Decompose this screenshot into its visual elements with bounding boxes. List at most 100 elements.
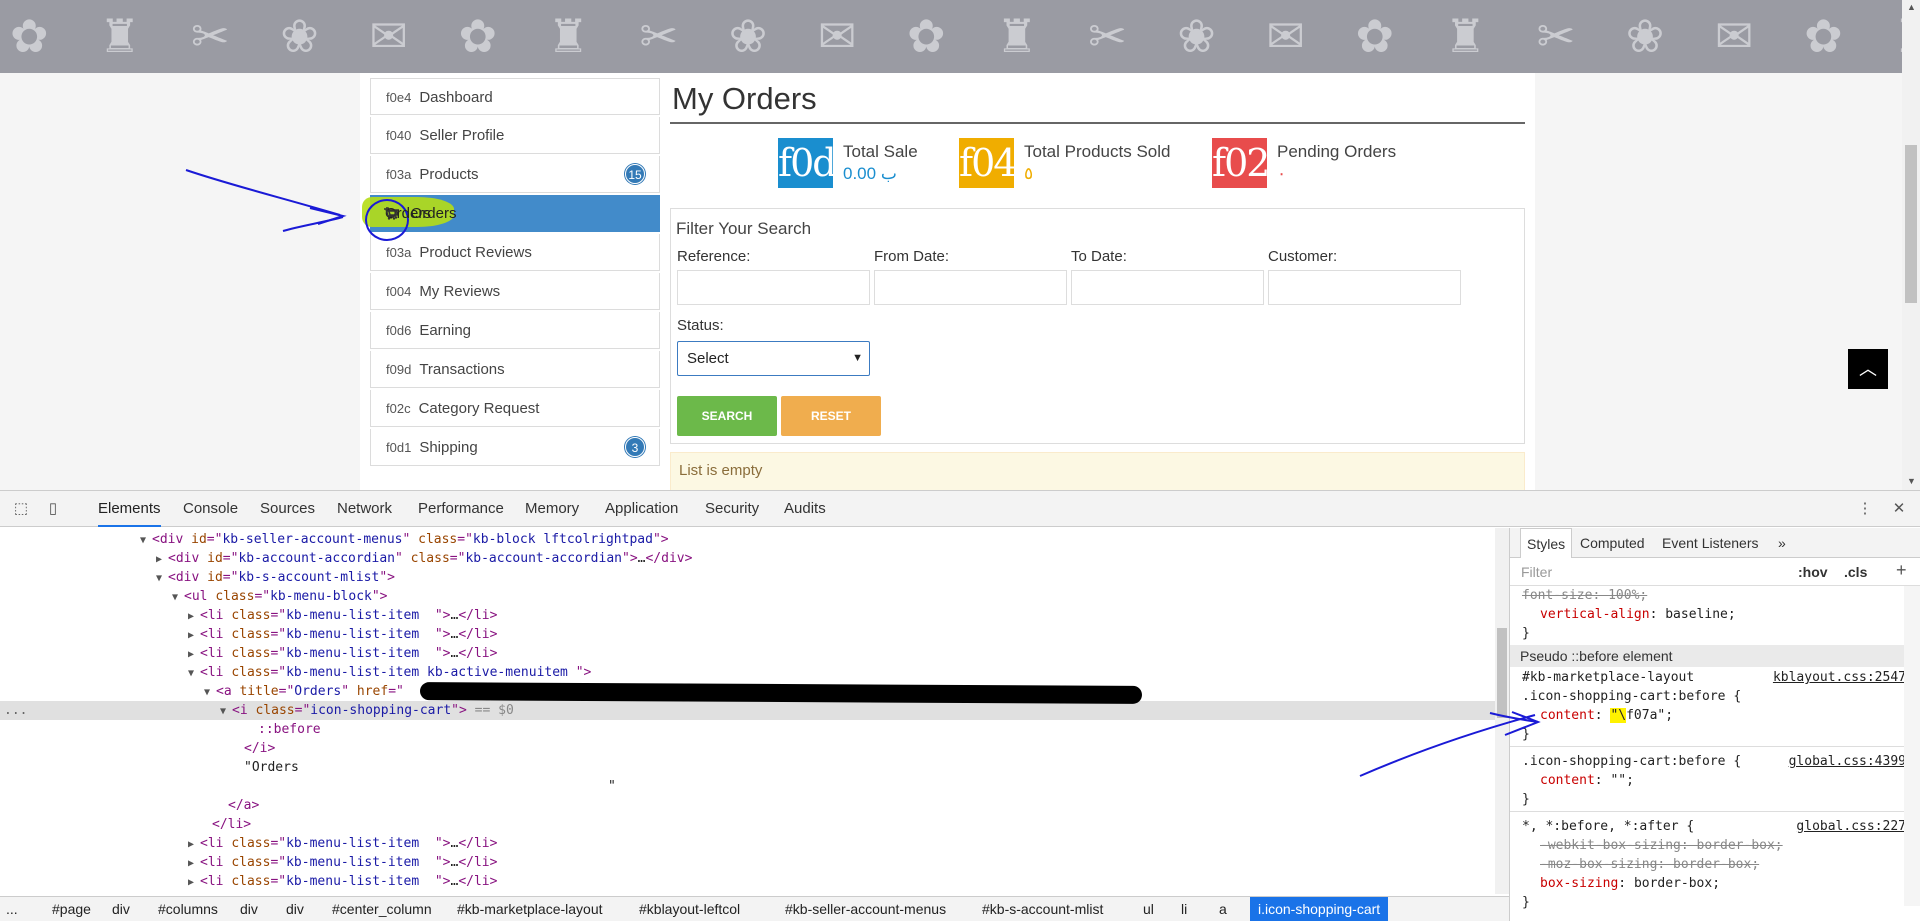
expand-triangle-icon[interactable]: ▶ — [156, 550, 168, 569]
breadcrumb-active[interactable]: i.icon-shopping-cart — [1250, 897, 1389, 921]
rule1-selector-a[interactable]: #kb-marketplace-layout — [1522, 668, 1694, 687]
scroll-down-arrow-icon[interactable]: ▼ — [1907, 476, 1916, 486]
breadcrumb-item[interactable]: ul — [1143, 897, 1154, 921]
menu-item-my-reviews[interactable]: f004 My Reviews — [370, 273, 660, 310]
tab-sources[interactable]: Sources — [260, 491, 315, 527]
scroll-up-arrow-icon[interactable]: ▲ — [1907, 2, 1916, 12]
dom-node-line[interactable]: ▶ <li class="kb-menu-list-item ">…</li> — [0, 606, 1495, 625]
dom-node-line[interactable]: ▼ <li class="kb-menu-list-item kb-active-… — [0, 663, 1495, 682]
breadcrumb-item[interactable]: div — [240, 897, 258, 921]
menu-item-earning[interactable]: f0d6 Earning — [370, 312, 660, 349]
rule2-selector[interactable]: .icon-shopping-cart:before { — [1522, 752, 1741, 771]
page-scrollbar[interactable]: ▲ ▼ — [1902, 0, 1920, 490]
dom-node-line[interactable]: ▶ <li class="kb-menu-list-item ">…</li> — [0, 625, 1495, 644]
breadcrumb-item[interactable]: div — [112, 897, 130, 921]
tab-security[interactable]: Security — [705, 491, 759, 527]
breadcrumb-item[interactable]: a — [1219, 897, 1227, 921]
hov-toggle[interactable]: :hov — [1798, 564, 1828, 580]
expand-triangle-icon[interactable]: ▼ — [172, 588, 184, 607]
expand-triangle-icon[interactable]: ▼ — [220, 702, 232, 721]
tab-memory[interactable]: Memory — [525, 491, 579, 527]
breadcrumb-item[interactable]: #kb-s-account-mlist — [982, 897, 1103, 921]
rule2-source-link[interactable]: global.css:4399 — [1789, 752, 1906, 771]
rule1-content-prop[interactable]: content: "\f07a"; — [1540, 706, 1673, 725]
rule1-selector-b[interactable]: .icon-shopping-cart:before { — [1522, 687, 1741, 706]
expand-triangle-icon[interactable]: ▼ — [140, 531, 152, 550]
breadcrumb-item[interactable]: #kb-seller-account-menus — [785, 897, 946, 921]
rule3-webkit-prop[interactable]: -webkit-box-sizing: border-box; — [1540, 836, 1783, 855]
tab-console[interactable]: Console — [183, 491, 238, 527]
to-date-input[interactable] — [1071, 270, 1264, 305]
breadcrumb-item[interactable]: ... — [6, 897, 18, 921]
expand-triangle-icon[interactable]: ▶ — [188, 645, 200, 664]
inspect-element-icon[interactable]: ⬚ — [12, 500, 30, 518]
breadcrumb-item[interactable]: #columns — [158, 897, 218, 921]
menu-item-category-request[interactable]: f02c Category Request — [370, 390, 660, 427]
breadcrumb-item[interactable]: #center_column — [332, 897, 432, 921]
device-toolbar-icon[interactable]: ▯ — [44, 500, 62, 518]
rule3-source-link[interactable]: global.css:227 — [1796, 817, 1906, 836]
tab-application[interactable]: Application — [605, 491, 678, 527]
tab-styles[interactable]: Styles — [1520, 528, 1573, 558]
rule3-moz-prop[interactable]: -moz-box-sizing: border-box; — [1540, 855, 1759, 874]
search-button[interactable]: SEARCH — [677, 396, 777, 436]
rule2-content-prop[interactable]: content: ""; — [1540, 771, 1634, 790]
scrollbar-thumb[interactable] — [1905, 145, 1917, 303]
breadcrumb-item[interactable]: li — [1181, 897, 1187, 921]
dom-node-line[interactable]: "Orders — [0, 758, 1495, 777]
tab-elements[interactable]: Elements — [98, 491, 161, 527]
status-select[interactable]: Select ▼ — [677, 341, 870, 376]
more-tabs-icon[interactable]: » — [1778, 528, 1786, 558]
menu-item-transactions[interactable]: f09d Transactions — [370, 351, 660, 388]
dom-node-line[interactable]: ::before — [0, 720, 1495, 739]
menu-item-products[interactable]: f03a Products 15 — [370, 156, 660, 193]
reference-input[interactable] — [677, 270, 870, 305]
menu-item-seller-profile[interactable]: f040 Seller Profile — [370, 117, 660, 154]
breadcrumb-item[interactable]: #kb-marketplace-layout — [457, 897, 603, 921]
dom-node-line[interactable]: ▼ <div id="kb-seller-account-menus" class… — [0, 530, 1495, 549]
tab-computed[interactable]: Computed — [1580, 528, 1645, 558]
dom-node-line[interactable]: ▶ <li class="kb-menu-list-item ">…</li> — [0, 834, 1495, 853]
dom-node-line[interactable]: </i> — [0, 739, 1495, 758]
styles-scrollbar[interactable] — [1904, 586, 1920, 906]
dom-node-line[interactable]: </li> — [0, 815, 1495, 834]
rule3-box-sizing-prop[interactable]: box-sizing: border-box; — [1540, 874, 1720, 893]
customer-input[interactable] — [1268, 270, 1461, 305]
expand-triangle-icon[interactable]: ▶ — [188, 626, 200, 645]
close-devtools-icon[interactable]: ✕ — [1890, 500, 1908, 518]
cls-toggle[interactable]: .cls — [1844, 564, 1867, 580]
menu-item-product-reviews[interactable]: f03a Product Reviews — [370, 234, 660, 271]
styles-filter-input[interactable]: Filter — [1521, 564, 1552, 580]
tab-performance[interactable]: Performance — [418, 491, 504, 527]
dom-node-line[interactable]: </a> — [0, 796, 1495, 815]
expand-triangle-icon[interactable]: ▶ — [188, 873, 200, 892]
dom-node-line[interactable]: ▶ <li class="kb-menu-list-item ">…</li> — [0, 644, 1495, 663]
menu-item-shipping[interactable]: f0d1 Shipping 3 — [370, 429, 660, 466]
dom-node-line[interactable]: " — [0, 777, 1495, 796]
tab-event-listeners[interactable]: Event Listeners — [1662, 528, 1759, 558]
ellipsis-icon[interactable]: ... — [4, 701, 27, 720]
tab-audits[interactable]: Audits — [784, 491, 826, 527]
more-options-icon[interactable]: ⋮ — [1856, 500, 1874, 518]
dom-node-line[interactable]: ▼ <div id="kb-s-account-mlist"> — [0, 568, 1495, 587]
reset-button[interactable]: RESET — [781, 396, 881, 436]
dom-node-line[interactable]: ▶ <li class="kb-menu-list-item ">…</li> — [0, 853, 1495, 872]
breadcrumb-item[interactable]: #page — [52, 897, 91, 921]
rule1-source-link[interactable]: kblayout.css:2547 — [1773, 668, 1906, 687]
menu-item-dashboard[interactable]: f0e4 Dashboard — [370, 78, 660, 115]
scroll-to-top-button[interactable]: ︿ — [1848, 349, 1888, 389]
breadcrumb-item[interactable]: #kblayout-leftcol — [639, 897, 740, 921]
from-date-input[interactable] — [874, 270, 1067, 305]
expand-triangle-icon[interactable]: ▼ — [188, 664, 200, 683]
expand-triangle-icon[interactable]: ▶ — [188, 854, 200, 873]
dom-scrollbar[interactable] — [1495, 528, 1509, 894]
expand-triangle-icon[interactable]: ▶ — [188, 607, 200, 626]
expand-triangle-icon[interactable]: ▼ — [204, 683, 216, 702]
add-rule-icon[interactable]: + — [1896, 560, 1907, 581]
dom-node-line[interactable]: ▶ <div id="kb-account-accordian" class="k… — [0, 549, 1495, 568]
dom-node-line[interactable]: ▼ <i class="icon-shopping-cart"> == $0... — [0, 701, 1495, 720]
css-prop-vertical-align[interactable]: vertical-align: baseline; — [1540, 605, 1736, 624]
expand-triangle-icon[interactable]: ▼ — [156, 569, 168, 588]
css-prop-font-size[interactable]: font-size: 100%; — [1522, 586, 1647, 605]
tab-network[interactable]: Network — [337, 491, 392, 527]
